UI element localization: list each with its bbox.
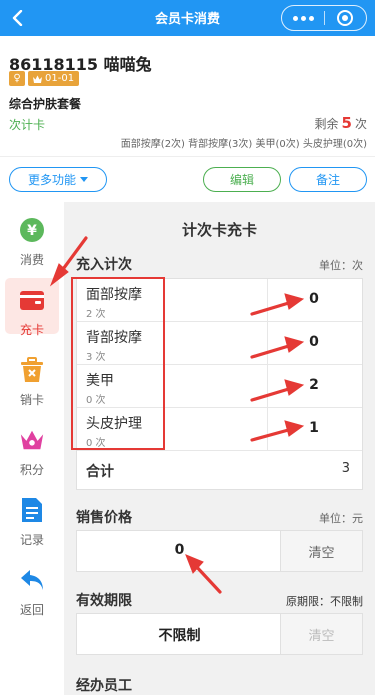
back-arrow-icon [19, 567, 45, 593]
sidebar-item-consume[interactable]: ¥ 消费 [0, 208, 64, 272]
trash-icon [19, 357, 45, 383]
total-row: 合计 3 [86, 461, 350, 480]
mini-program-capsule [281, 5, 367, 31]
validity-clear-button[interactable]: 清空 [280, 614, 362, 654]
more-menu-button[interactable] [282, 6, 324, 30]
sidebar-item-cancel-card[interactable]: 销卡 [0, 348, 64, 412]
recharge-table: 面部按摩 2 次 0 背部按摩 3 次 0 美甲 0 次 2 头皮护理 0 次 … [76, 278, 363, 490]
member-badges: ♀ 01-01 [9, 71, 80, 86]
caret-down-icon [80, 177, 88, 182]
validity-field: 不限制 清空 [76, 613, 363, 655]
sidebar-item-back[interactable]: 返回 [0, 558, 64, 622]
svg-text:¥: ¥ [27, 223, 37, 239]
staff-section-title: 经办员工 [76, 678, 132, 694]
count-input[interactable]: 0 [266, 334, 362, 350]
nav-bar: 会员卡消费 [0, 0, 375, 36]
sidebar-item-points[interactable]: 积分 [0, 418, 64, 482]
panel-title: 计次卡充卡 [181, 221, 257, 239]
table-row: 面部按摩 2 次 0 [77, 279, 362, 322]
price-input[interactable]: 0 [77, 542, 282, 558]
more-functions-button[interactable]: 更多功能 [9, 167, 107, 192]
edit-button[interactable]: 编辑 [203, 167, 281, 192]
member-card-info: 86118115 喵喵兔 ♀ 01-01 综合护肤套餐 次计卡 剩余 5 次 面部按… [0, 36, 375, 202]
crown-icon [33, 75, 42, 83]
price-clear-button[interactable]: 清空 [280, 531, 362, 571]
gender-badge: ♀ [9, 71, 25, 86]
close-miniprogram-button[interactable] [325, 6, 366, 30]
recharge-panel: 计次卡充卡 充入计次 单位：次 面部按摩 2 次 0 背部按摩 3 次 0 美甲… [64, 202, 375, 695]
level-text: 01-01 [45, 73, 75, 84]
sidebar: ¥ 消费 充卡 销卡 积分 记录 返回 [0, 202, 64, 695]
level-badge: 01-01 [28, 71, 80, 86]
package-name: 综合护肤套餐 [9, 97, 82, 111]
remaining-count: 剩余 5 次 [314, 114, 367, 132]
price-unit: 单位：元 [319, 512, 363, 525]
count-input[interactable]: 2 [266, 377, 362, 393]
wallet-icon [19, 287, 45, 313]
count-input[interactable]: 0 [266, 291, 362, 307]
recharge-unit: 单位：次 [319, 259, 363, 272]
crown-icon [19, 427, 45, 453]
price-section-title: 销售价格 [76, 510, 132, 526]
sidebar-item-recharge[interactable]: 充卡 [0, 278, 64, 342]
validity-input[interactable]: 不限制 [77, 625, 282, 645]
sidebar-item-records[interactable]: 记录 [0, 488, 64, 552]
target-icon [337, 10, 354, 26]
card-type: 次计卡 [9, 118, 46, 132]
table-row: 头皮护理 0 次 1 [77, 408, 362, 451]
price-field: 0 清空 [76, 530, 363, 572]
document-icon [19, 497, 45, 523]
validity-original: 原期限：不限制 [286, 595, 363, 608]
table-row: 背部按摩 3 次 0 [77, 322, 362, 365]
count-input[interactable]: 1 [266, 420, 362, 436]
validity-section-title: 有效期限 [76, 593, 132, 609]
table-row: 美甲 0 次 2 [77, 365, 362, 408]
recharge-section-title: 充入计次 [76, 257, 132, 273]
note-button[interactable]: 备注 [289, 167, 367, 192]
service-items-summary: 面部按摩(2次) 背部按摩(3次) 美甲(0次) 头皮护理(0次) [120, 139, 367, 150]
yen-circle-icon: ¥ [19, 217, 45, 243]
